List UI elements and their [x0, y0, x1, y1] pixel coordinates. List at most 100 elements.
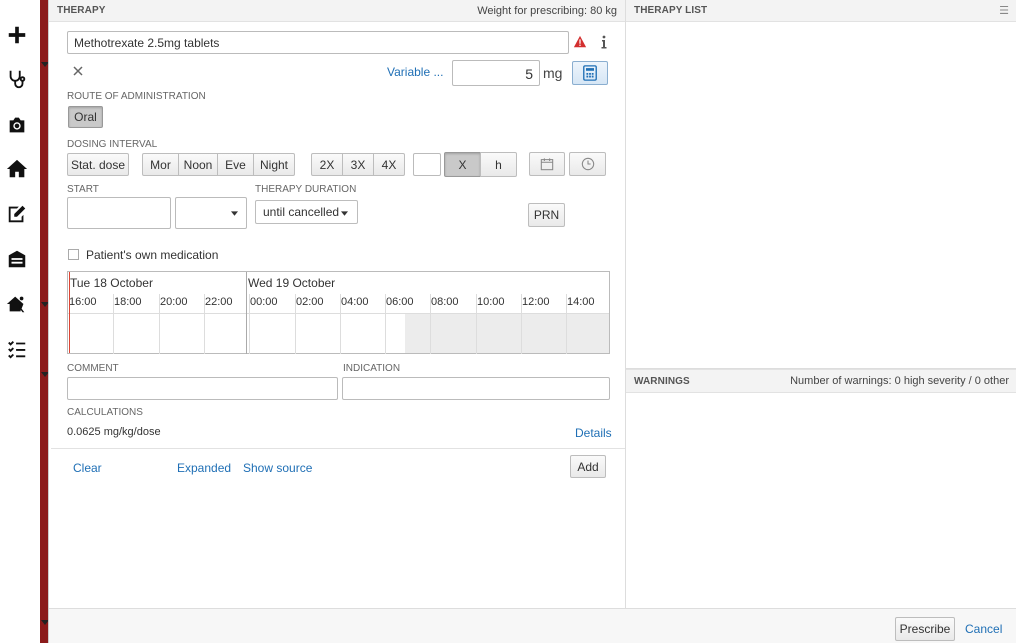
timeline-hour-label: 08:00	[431, 296, 459, 308]
frequency-group: 2X 3X 4X	[311, 153, 405, 176]
evening-button[interactable]: Eve	[217, 153, 254, 176]
stat-dose-button[interactable]: Stat. dose	[67, 153, 129, 176]
info-icon[interactable]	[597, 34, 609, 50]
timeline-gridline	[204, 294, 205, 354]
therapy-timeline: Tue 18 October Wed 19 October 16:00 18:00…	[67, 271, 610, 354]
freq-3x-button[interactable]: 3X	[342, 153, 374, 176]
dose-unit: mg	[543, 65, 563, 81]
timeline-hour-label: 20:00	[160, 296, 188, 308]
timeline-gridline	[476, 294, 477, 354]
emergency-exit-icon[interactable]	[4, 291, 30, 317]
timeline-hour-label: 02:00	[296, 296, 324, 308]
timeline-hour-label: 14:00	[567, 296, 595, 308]
details-link[interactable]: Details	[575, 426, 612, 440]
dose-value: 5	[525, 66, 533, 82]
dose-calculator-button[interactable]	[572, 61, 608, 85]
signature-icon[interactable]	[4, 201, 30, 227]
start-date-input[interactable]	[67, 197, 171, 229]
timeline-hour-label: 10:00	[477, 296, 505, 308]
clear-link[interactable]: Clear	[73, 461, 102, 475]
indication-label: INDICATION	[343, 363, 401, 374]
start-label: START	[67, 184, 99, 195]
therapy-duration-value: until cancelled	[263, 205, 340, 219]
timeline-gridline	[340, 294, 341, 354]
cancel-link[interactable]: Cancel	[965, 622, 1002, 636]
clock-icon	[581, 157, 594, 171]
comment-label: COMMENT	[67, 363, 119, 374]
medication-field[interactable]: Methotrexate 2.5mg tablets	[67, 31, 569, 54]
inbox-icon[interactable]	[4, 246, 30, 272]
current-time-marker	[69, 272, 70, 353]
timeline-gridline	[295, 294, 296, 354]
home-icon[interactable]	[4, 156, 30, 182]
hours-interval-button[interactable]: h	[480, 152, 517, 177]
timeline-hour-label: 22:00	[205, 296, 233, 308]
calendar-icon	[540, 158, 554, 171]
start-time-select[interactable]	[175, 197, 247, 229]
therapy-pane: THERAPY Weight for prescribing: 80 kg Me…	[49, 0, 626, 608]
warnings-header: WARNINGS Number of warnings: 0 high seve…	[626, 369, 1016, 393]
own-medication-label: Patient's own medication	[86, 248, 219, 262]
calendar-button[interactable]	[529, 152, 565, 176]
plus-icon[interactable]	[4, 22, 30, 48]
expanded-link[interactable]: Expanded	[177, 461, 231, 475]
prescribe-button[interactable]: Prescribe	[895, 617, 955, 641]
dialog-footer: Prescribe Cancel	[49, 608, 1016, 643]
therapy-duration-label: THERAPY DURATION	[255, 184, 357, 195]
freq-2x-button[interactable]: 2X	[311, 153, 343, 176]
timeline-gridline	[566, 294, 567, 354]
dosing-interval-label: DOSING INTERVAL	[67, 139, 158, 150]
timeline-hour-label: 12:00	[522, 296, 550, 308]
schedule-button[interactable]	[569, 152, 606, 176]
checklist-icon[interactable]	[4, 336, 30, 362]
add-button[interactable]: Add	[570, 455, 606, 478]
show-source-link[interactable]: Show source	[243, 461, 312, 475]
stethoscope-icon[interactable]	[4, 66, 30, 92]
therapy-list	[626, 22, 1016, 369]
calculation-value: 0.0625 mg/kg/dose	[67, 426, 161, 438]
chevron-down-icon	[231, 211, 238, 216]
time-of-day-group: Mor Noon Eve Night	[142, 153, 295, 176]
weight-for-prescribing: Weight for prescribing: 80 kg	[477, 4, 617, 17]
calculator-icon	[583, 65, 597, 81]
therapy-header: THERAPY Weight for prescribing: 80 kg	[49, 0, 625, 22]
route-oral-button[interactable]: Oral	[68, 106, 103, 128]
timeline-day-2: Wed 19 October	[248, 276, 336, 290]
timeline-future-shade	[405, 314, 609, 353]
noon-button[interactable]: Noon	[178, 153, 218, 176]
timeline-hour-label: 04:00	[341, 296, 369, 308]
therapy-title: THERAPY	[57, 5, 106, 16]
therapy-list-header: THERAPY LIST ☰	[626, 0, 1016, 22]
timeline-gridline	[113, 294, 114, 354]
timeline-hour-label: 18:00	[114, 296, 142, 308]
close-icon[interactable]	[71, 64, 85, 78]
prn-button[interactable]: PRN	[528, 203, 565, 227]
interval-count-input[interactable]	[413, 153, 441, 176]
camera-icon[interactable]	[4, 112, 30, 138]
therapy-list-title: THERAPY LIST	[634, 5, 708, 16]
therapy-duration-select[interactable]: until cancelled	[255, 200, 358, 224]
menu-icon[interactable]: ☰	[999, 4, 1009, 17]
timeline-gridline	[249, 294, 250, 354]
times-per-day-button[interactable]: X	[444, 152, 481, 177]
variable-dose-link[interactable]: Variable ...	[387, 65, 443, 79]
timeline-hour-label: 00:00	[250, 296, 278, 308]
calculations-label: CALCULATIONS	[67, 407, 143, 418]
own-medication-checkbox[interactable]	[68, 249, 79, 260]
interval-unit-group: X h	[444, 152, 517, 177]
therapy-list-pane: THERAPY LIST ☰ WARNINGS Number of warnin…	[626, 0, 1016, 608]
freq-4x-button[interactable]: 4X	[373, 153, 405, 176]
timeline-gridline	[159, 294, 160, 354]
dose-input[interactable]: 5	[452, 60, 540, 86]
app-rail	[0, 0, 40, 643]
comment-input[interactable]	[67, 377, 338, 400]
timeline-hour-label: 06:00	[386, 296, 414, 308]
morning-button[interactable]: Mor	[142, 153, 179, 176]
prescribe-dialog: THERAPY Weight for prescribing: 80 kg Me…	[48, 0, 1016, 643]
timeline-gridline	[521, 294, 522, 354]
timeline-day-1: Tue 18 October	[70, 276, 153, 290]
warning-icon[interactable]	[573, 35, 587, 49]
night-button[interactable]: Night	[253, 153, 295, 176]
timeline-gridline	[430, 294, 431, 354]
indication-input[interactable]	[342, 377, 610, 400]
